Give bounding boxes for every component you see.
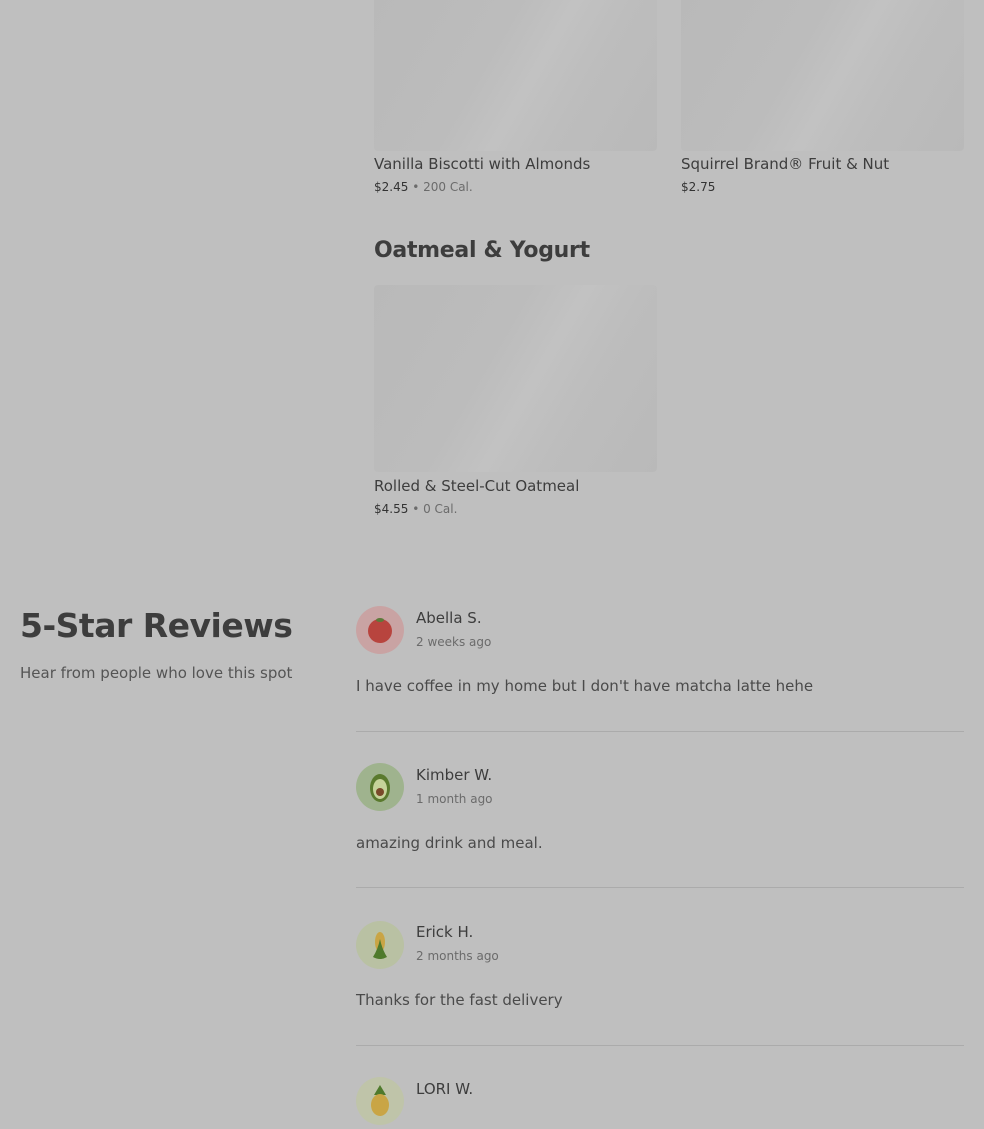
menu-item-calories: 0 Cal. [423, 502, 458, 516]
review-text: amazing drink and meal. [356, 834, 543, 852]
menu-item-meta: $2.75 [681, 180, 715, 194]
review-divider [356, 1045, 964, 1046]
menu-item-meta: $2.45 • 200 Cal. [374, 180, 473, 194]
menu-item-meta: $4.55 • 0 Cal. [374, 502, 457, 516]
reviewer-name: Abella S. [416, 609, 482, 627]
review-divider [356, 731, 964, 732]
section-title: Oatmeal & Yogurt [374, 238, 590, 263]
review-time: 2 weeks ago [416, 635, 492, 649]
menu-item-name[interactable]: Vanilla Biscotti with Almonds [374, 155, 590, 173]
reviewer-name: Erick H. [416, 923, 474, 941]
review-text: I have coffee in my home but I don't hav… [356, 677, 814, 695]
review-text: Thanks for the fast delivery [356, 991, 563, 1009]
reviewer-name: LORI W. [416, 1080, 474, 1098]
menu-item-name[interactable]: Rolled & Steel-Cut Oatmeal [374, 477, 579, 495]
meta-separator: • [412, 502, 420, 516]
menu-item-price: $4.55 [374, 502, 409, 516]
menu-item-calories: 200 Cal. [423, 180, 473, 194]
corn-icon [356, 921, 404, 969]
review-time: 1 month ago [416, 792, 493, 806]
reviews-subtitle: Hear from people who love this spot [20, 664, 293, 682]
menu-item-price: $2.75 [681, 180, 716, 194]
reviewer-name: Kimber W. [416, 766, 493, 784]
reviews-title: 5-Star Reviews [20, 606, 293, 645]
menu-item-image[interactable] [374, 285, 657, 472]
menu-item-image[interactable] [681, 0, 964, 151]
pineapple-icon [356, 1077, 404, 1125]
review-time: 2 months ago [416, 949, 499, 963]
meta-separator: • [412, 180, 420, 194]
menu-item-name[interactable]: Squirrel Brand® Fruit & Nut [681, 155, 889, 173]
menu-item-price: $2.45 [374, 180, 409, 194]
menu-item-image[interactable] [374, 0, 657, 151]
tomato-icon [356, 606, 404, 654]
review-divider [356, 887, 964, 888]
avocado-icon [356, 763, 404, 811]
